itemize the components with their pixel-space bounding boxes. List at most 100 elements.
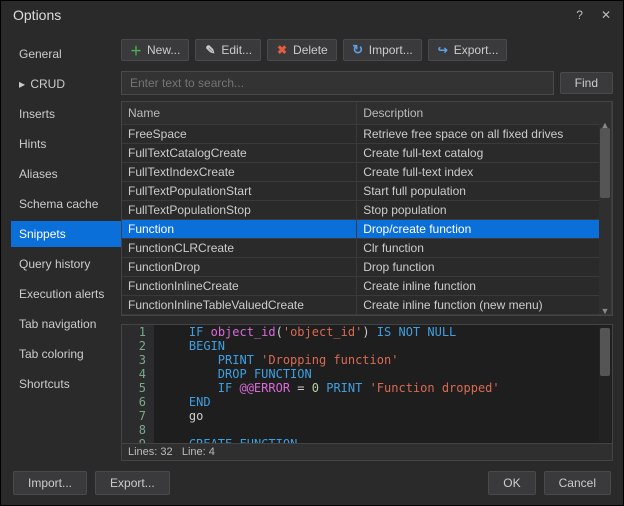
line-number: 1	[122, 325, 154, 339]
row-desc: Drop/create function	[357, 220, 612, 238]
code-text: IF object_id('object_id') IS NOT NULL	[154, 325, 612, 339]
export-icon: ↪	[437, 44, 449, 56]
row-name: FunctionInlineCreate	[122, 277, 357, 295]
footer-import-button[interactable]: Import...	[13, 471, 87, 495]
sidebar-item-inserts[interactable]: Inserts	[11, 101, 121, 127]
col-name[interactable]: Name	[122, 102, 357, 124]
row-name: FreeSpace	[122, 125, 357, 143]
code-text: END	[154, 395, 612, 409]
main: ＋ New... ✎ Edit... ✖ Delete ↻ Import... …	[121, 35, 613, 461]
ok-button[interactable]: OK	[488, 471, 535, 495]
code-scroll-thumb[interactable]	[600, 328, 610, 376]
system-buttons: ? ✕	[576, 8, 611, 22]
delete-icon: ✖	[276, 44, 288, 56]
code-status: Lines: 32 Line: 4	[121, 444, 613, 461]
code-text: IF @@ERROR = 0 PRINT 'Function dropped'	[154, 381, 612, 395]
import-button-label: Import...	[369, 43, 413, 57]
code-line: 5 IF @@ERROR = 0 PRINT 'Function dropped…	[122, 381, 612, 395]
code-line: 1 IF object_id('object_id') IS NOT NULL	[122, 325, 612, 339]
line-value: 4	[209, 446, 215, 458]
export-button-label: Export...	[454, 43, 499, 57]
row-desc: Create full-text index	[357, 163, 612, 181]
sidebar-item-general[interactable]: General	[11, 41, 121, 67]
body: General ▸ CRUD Inserts Hints Aliases Schema c…	[1, 29, 623, 461]
row-desc: Create inline function	[357, 277, 612, 295]
row-name: FullTextPopulationStart	[122, 182, 357, 200]
table-row[interactable]: FunctionInlineCreateCreate inline functi…	[122, 277, 612, 296]
sidebar-item-crud[interactable]: ▸ CRUD	[11, 71, 121, 97]
sidebar-item-tab-coloring[interactable]: Tab coloring	[11, 341, 121, 367]
footer-export-button[interactable]: Export...	[95, 471, 170, 495]
code-preview: 1 IF object_id('object_id') IS NOT NULL2…	[121, 324, 613, 444]
sidebar-item-aliases[interactable]: Aliases	[11, 161, 121, 187]
row-desc: Create inline function (new menu)	[357, 296, 612, 314]
table-row[interactable]: FullTextPopulationStartStart full popula…	[122, 182, 612, 201]
sidebar-item-label: CRUD	[27, 77, 65, 91]
code-line: 7 go	[122, 409, 612, 423]
table-row[interactable]: FunctionInlineTableValuedCreateCreate in…	[122, 296, 612, 315]
table-row[interactable]: FunctionCLRCreateClr function	[122, 239, 612, 258]
sidebar-item-execution-alerts[interactable]: Execution alerts	[11, 281, 121, 307]
sidebar-item-snippets[interactable]: Snippets	[11, 221, 121, 247]
code-line: 6 END	[122, 395, 612, 409]
table-row[interactable]: FunctionDropDrop function	[122, 258, 612, 277]
sidebar-item-schema-cache[interactable]: Schema cache	[11, 191, 121, 217]
titlebar: Options ? ✕	[1, 1, 623, 29]
edit-button-label: Edit...	[221, 43, 252, 57]
sidebar-item-tab-navigation[interactable]: Tab navigation	[11, 311, 121, 337]
sidebar: General ▸ CRUD Inserts Hints Aliases Schema c…	[11, 35, 121, 461]
new-button[interactable]: ＋ New...	[121, 39, 189, 61]
row-name: FullTextCatalogCreate	[122, 144, 357, 162]
table-header: Name Description	[122, 102, 612, 125]
plus-icon: ＋	[130, 44, 142, 56]
row-name: FullTextPopulationStop	[122, 201, 357, 219]
row-desc: Start full population	[357, 182, 612, 200]
cancel-button[interactable]: Cancel	[544, 471, 611, 495]
close-icon[interactable]: ✕	[601, 8, 611, 22]
find-button[interactable]: Find	[560, 72, 613, 94]
code-line: 8	[122, 423, 612, 437]
caret-icon: ▸	[19, 77, 27, 91]
line-label: Line:	[182, 446, 206, 458]
table-row[interactable]: FullTextCatalogCreateCreate full-text ca…	[122, 144, 612, 163]
sidebar-item-query-history[interactable]: Query history	[11, 251, 121, 277]
line-number: 4	[122, 367, 154, 381]
code-text: go	[154, 409, 612, 423]
lines-value: 32	[160, 446, 172, 458]
table-row[interactable]: FreeSpaceRetrieve free space on all fixe…	[122, 125, 612, 144]
line-number: 7	[122, 409, 154, 423]
line-number: 3	[122, 353, 154, 367]
code-text	[154, 423, 612, 437]
row-name: FunctionCLRCreate	[122, 239, 357, 257]
code-line: 3 PRINT 'Dropping function'	[122, 353, 612, 367]
delete-button[interactable]: ✖ Delete	[267, 39, 337, 61]
new-button-label: New...	[147, 43, 180, 57]
table-row[interactable]: FullTextPopulationStopStop population	[122, 201, 612, 220]
scroll-down-icon[interactable]: ▼	[599, 306, 611, 316]
help-icon[interactable]: ?	[576, 8, 583, 22]
table-row[interactable]: FunctionDrop/create function	[122, 220, 612, 239]
row-name: FullTextIndexCreate	[122, 163, 357, 181]
table-scrollbar[interactable]: ▲ ▼	[599, 122, 611, 314]
row-name: Function	[122, 220, 357, 238]
line-number: 5	[122, 381, 154, 395]
edit-button[interactable]: ✎ Edit...	[195, 39, 261, 61]
sidebar-item-shortcuts[interactable]: Shortcuts	[11, 371, 121, 397]
toolbar: ＋ New... ✎ Edit... ✖ Delete ↻ Import... …	[121, 35, 613, 65]
table-row[interactable]: FullTextIndexCreateCreate full-text inde…	[122, 163, 612, 182]
code-line: 4 DROP FUNCTION	[122, 367, 612, 381]
row-name: FunctionInlineTableValuedCreate	[122, 296, 357, 314]
window-title: Options	[13, 7, 576, 23]
search-row: Find	[121, 65, 613, 101]
search-input[interactable]	[121, 71, 554, 95]
col-description[interactable]: Description	[357, 102, 612, 124]
scroll-thumb[interactable]	[600, 128, 610, 198]
row-desc: Drop function	[357, 258, 612, 276]
import-button[interactable]: ↻ Import...	[343, 39, 422, 61]
code-text: BEGIN	[154, 339, 612, 353]
code-scrollbar[interactable]	[599, 326, 611, 442]
sidebar-item-hints[interactable]: Hints	[11, 131, 121, 157]
row-name: FunctionDrop	[122, 258, 357, 276]
code-text: PRINT 'Dropping function'	[154, 353, 612, 367]
export-button[interactable]: ↪ Export...	[428, 39, 508, 61]
